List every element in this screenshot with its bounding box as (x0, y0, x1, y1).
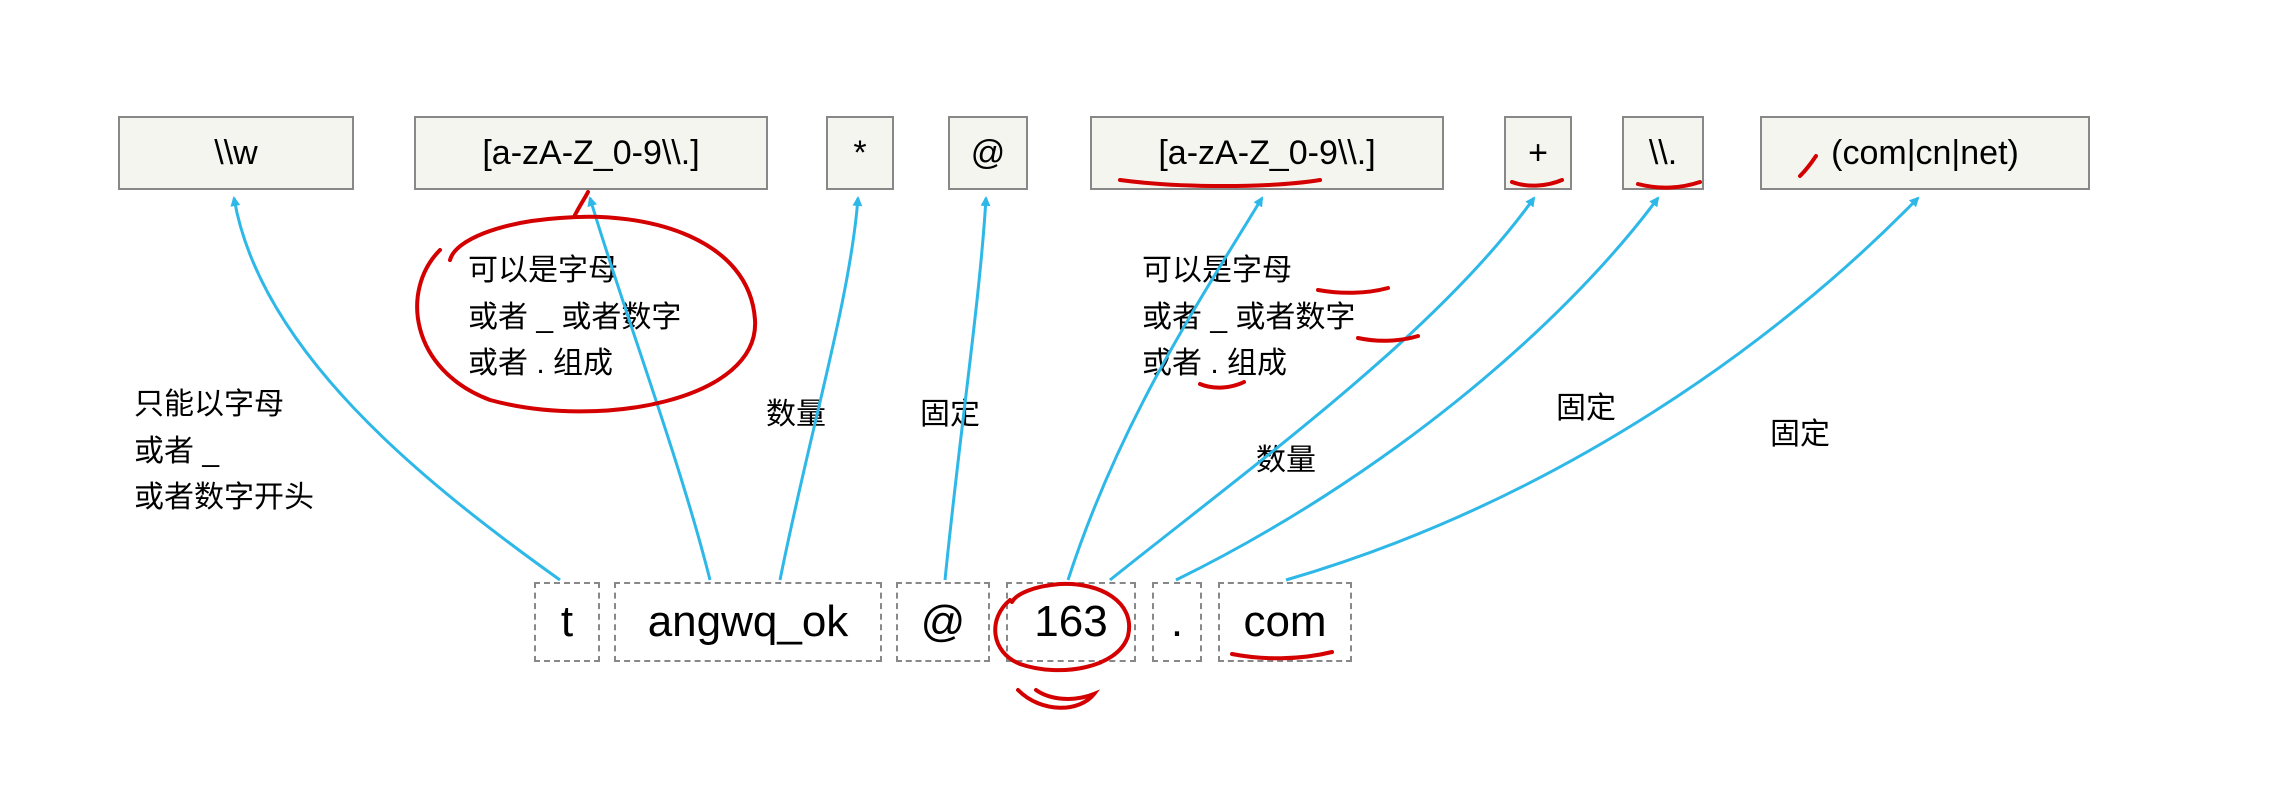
note-quantity2: 数量 (1256, 438, 1316, 485)
note-text: 只能以字母 或者 _ 或者数字开头 (134, 388, 314, 514)
note-text: 可以是字母 或者 _ 或者数字 或者 . 组成 (468, 254, 681, 380)
note-text: 固定 (1556, 392, 1616, 425)
note-fixed-group: 固定 (1770, 412, 1830, 459)
note-text: 固定 (1770, 418, 1830, 451)
note-charclass1: 可以是字母 或者 _ 或者数字 或者 . 组成 (468, 248, 681, 388)
regex-text: (com|cn|net) (1831, 134, 2019, 173)
regex-text: [a-zA-Z_0-9\\.] (1158, 134, 1375, 173)
note-text: 数量 (766, 398, 826, 431)
note-first-char: 只能以字母 或者 _ 或者数字开头 (134, 382, 314, 522)
note-text: 可以是字母 或者 _ 或者数字 或者 . 组成 (1142, 254, 1355, 380)
note-fixed-at: 固定 (920, 392, 980, 439)
regex-box-group: (com|cn|net) (1760, 116, 2090, 190)
email-part-dot: . (1152, 582, 1202, 662)
email-text: t (561, 597, 573, 647)
email-text: com (1243, 597, 1326, 647)
regex-text: + (1528, 134, 1548, 173)
regex-box-w: \\w (118, 116, 354, 190)
regex-box-escdot: \\. (1622, 116, 1704, 190)
note-charclass2: 可以是字母 或者 _ 或者数字 或者 . 组成 (1142, 248, 1355, 388)
note-text: 数量 (1256, 444, 1316, 477)
note-fixed-dot: 固定 (1556, 386, 1616, 433)
email-part-user: angwq_ok (614, 582, 882, 662)
email-part-domain: 163 (1006, 582, 1136, 662)
email-part-tld: com (1218, 582, 1352, 662)
note-text: 固定 (920, 398, 980, 431)
regex-text: \\w (214, 134, 257, 173)
email-text: @ (921, 597, 966, 647)
regex-box-plus: + (1504, 116, 1572, 190)
email-part-at: @ (896, 582, 990, 662)
regex-text: @ (971, 134, 1006, 173)
regex-text: \\. (1649, 134, 1677, 173)
email-text: 163 (1034, 597, 1107, 647)
regex-box-charclass1: [a-zA-Z_0-9\\.] (414, 116, 768, 190)
email-text: . (1171, 597, 1183, 647)
note-quantity1: 数量 (766, 392, 826, 439)
email-text: angwq_ok (648, 597, 849, 647)
regex-box-star: * (826, 116, 894, 190)
regex-box-charclass2: [a-zA-Z_0-9\\.] (1090, 116, 1444, 190)
regex-text: * (853, 134, 866, 173)
regex-box-at: @ (948, 116, 1028, 190)
email-part-t: t (534, 582, 600, 662)
regex-text: [a-zA-Z_0-9\\.] (482, 134, 699, 173)
